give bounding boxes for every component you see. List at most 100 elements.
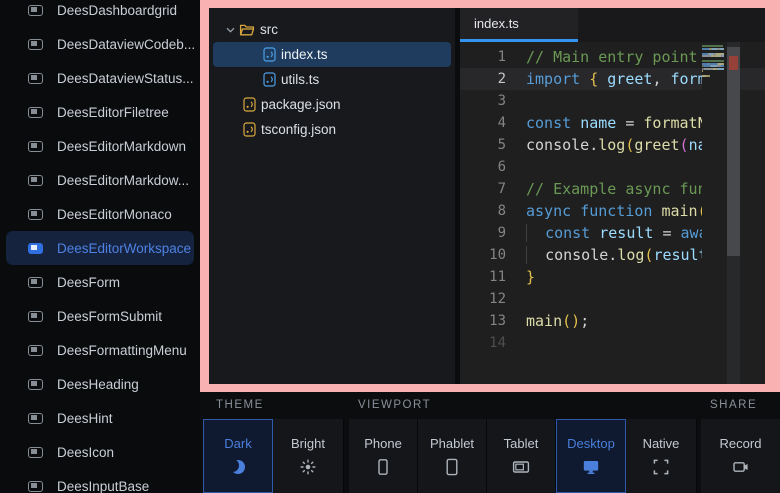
sidebar-item[interactable]: DeesHint (6, 401, 194, 435)
tree-row-tsconfig-json[interactable]: tsconfig.json (213, 117, 451, 142)
code-token: = (616, 114, 643, 132)
component-icon (28, 277, 43, 288)
code-token: { (589, 70, 598, 88)
tree-row-index-ts[interactable]: index.ts (213, 42, 451, 67)
code-token: import (526, 70, 580, 88)
toolbar-button-bright[interactable]: Bright (273, 419, 344, 493)
file-tree-panel: src index.ts utils.ts package.json tsconfig.… (209, 8, 455, 384)
sidebar-item[interactable]: DeesEditorFiletree (6, 95, 194, 129)
toolbar-button-dark[interactable]: Dark (203, 419, 273, 493)
line-number: 10 (460, 244, 506, 266)
tree-row-label: index.ts (281, 47, 328, 62)
line-number: 12 (460, 288, 506, 310)
code-token (526, 224, 545, 242)
demo-container: src index.ts utils.ts package.json tsconfig.… (200, 0, 780, 392)
sidebar-item[interactable]: DeesEditorMarkdow... (6, 163, 194, 197)
code-token: result (599, 224, 653, 242)
toolbar-button-label: Bright (291, 436, 325, 451)
scrollbar-slider[interactable] (727, 47, 740, 256)
component-icon (28, 175, 43, 186)
sidebar-item[interactable]: DeesIcon (6, 435, 194, 469)
sidebar-item[interactable]: DeesFormattingMenu (6, 333, 194, 367)
toolbar-button-label: Native (643, 436, 680, 451)
code-token: main (526, 312, 562, 330)
component-icon (28, 345, 43, 356)
sidebar-item[interactable]: DeesDashboardgrid (6, 0, 194, 27)
toolbar-button-desktop[interactable]: Desktop (556, 419, 626, 493)
code-token: ; (580, 312, 589, 330)
component-icon (28, 39, 43, 50)
tree-row-src[interactable]: src (213, 17, 451, 42)
sidebar-item[interactable]: DeesInputBase (6, 469, 194, 493)
sidebar-item[interactable]: DeesEditorWorkspace (6, 231, 194, 265)
code-text: console.log(result (526, 244, 708, 266)
code-token: , (652, 70, 670, 88)
component-icon (28, 107, 43, 118)
sidebar-item[interactable]: DeesDataviewCodeb... (6, 27, 194, 61)
sidebar-item-label: DeesForm (57, 275, 120, 290)
sidebar-item[interactable]: DeesFormSubmit (6, 299, 194, 333)
sidebar-item-label: DeesEditorMonaco (57, 207, 172, 222)
code-token (571, 202, 580, 220)
sidebar-item-label: DeesEditorMarkdown (57, 139, 186, 154)
sidebar-item[interactable]: DeesForm (6, 265, 194, 299)
code-text: // Main entry point (526, 46, 698, 68)
tab-label: index.ts (474, 16, 519, 31)
toolbar-button-tablet[interactable]: Tablet (487, 419, 556, 493)
code-token: greet (607, 70, 652, 88)
sidebar-item-label: DeesDataviewCodeb... (57, 37, 195, 52)
chevron-down-icon[interactable] (226, 27, 235, 33)
toolbar-button-phablet[interactable]: Phablet (418, 419, 487, 493)
sidebar-item[interactable]: DeesHeading (6, 367, 194, 401)
desktop-icon (581, 457, 601, 477)
app-window: DeesDashboardgrid DeesDataviewCodeb... Dee… (0, 0, 780, 493)
toolbar-button-label: Desktop (567, 436, 615, 451)
component-icon (28, 73, 43, 84)
sidebar-item[interactable]: DeesDataviewStatus... (6, 61, 194, 95)
line-number: 5 (460, 134, 506, 156)
component-icon (28, 209, 43, 220)
code-token: console. (545, 246, 617, 264)
code-token: greet (634, 136, 679, 154)
tree-row-utils-ts[interactable]: utils.ts (213, 67, 451, 92)
minimap[interactable] (702, 42, 727, 384)
tree-row-label: utils.ts (281, 72, 319, 87)
component-icon (28, 141, 43, 152)
code-token: main (661, 202, 697, 220)
tree-row-label: tsconfig.json (261, 122, 336, 137)
minimap-line (702, 68, 727, 70)
sidebar-item-label: DeesEditorWorkspace (57, 241, 191, 256)
toolbar-button-native[interactable]: Native (626, 419, 697, 493)
component-list: DeesDashboardgrid DeesDataviewCodeb... Dee… (0, 0, 200, 493)
component-icon (28, 243, 43, 254)
code-token: // Main entry point (526, 48, 698, 66)
sidebar-item-label: DeesHeading (57, 377, 139, 392)
overview-ruler-marker (729, 56, 738, 70)
line-number: 13 (460, 310, 506, 332)
component-icon (28, 5, 43, 16)
tab-index-ts[interactable]: index.ts (460, 8, 578, 42)
code-token: result (653, 246, 707, 264)
minimap-line (702, 55, 727, 57)
toolbar-button-phone[interactable]: Phone (349, 419, 418, 493)
line-number: 3 (460, 90, 506, 112)
sidebar-item-label: DeesEditorFiletree (57, 105, 169, 120)
toolbar-button-label: Phone (364, 436, 402, 451)
code-token: function (580, 202, 652, 220)
sidebar-item[interactable]: DeesEditorMonaco (6, 197, 194, 231)
line-number: 9 (460, 222, 506, 244)
code-area[interactable]: 1// Main entry point2import { greet, for… (460, 42, 765, 384)
ts-file-icon (263, 72, 276, 87)
json-file-icon (243, 122, 256, 137)
record-icon (731, 457, 751, 477)
tree-row-label: package.json (261, 97, 341, 112)
sidebar-item[interactable]: DeesEditorMarkdown (6, 129, 194, 163)
editor-scrollbar[interactable] (727, 42, 740, 384)
toolbar-button-record[interactable]: Record (701, 419, 780, 493)
code-token: log (617, 246, 644, 264)
code-text: } (526, 266, 535, 288)
tree-row-package-json[interactable]: package.json (213, 92, 451, 117)
sidebar-item-label: DeesInputBase (57, 479, 149, 493)
code-text: async function main( (526, 200, 707, 222)
code-text: const result = awa (526, 222, 708, 244)
